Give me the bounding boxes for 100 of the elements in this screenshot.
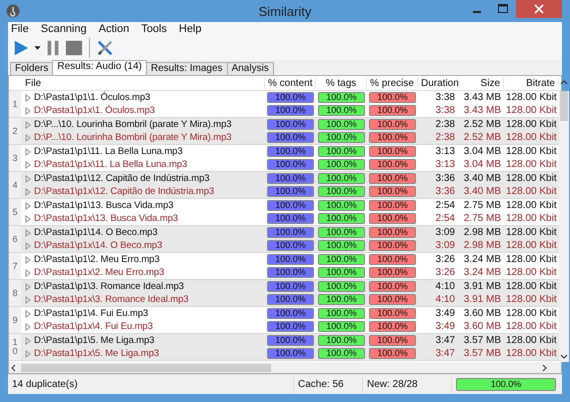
tab[interactable]: Results: Audio (14) — [52, 60, 147, 75]
match-bar: 100.0% — [369, 281, 416, 292]
match-bar: 100.0% — [267, 132, 314, 143]
tab[interactable]: Analysis — [226, 62, 274, 75]
match-bar: 100.0% — [318, 105, 365, 116]
column-header[interactable]: Bitrate — [504, 78, 559, 88]
table-cell-text: 3.57 MB — [462, 335, 502, 346]
status-text: 14 duplicate(s) — [8, 376, 294, 393]
match-bar: 100.0% — [369, 159, 416, 170]
match-bar: 100.0% — [318, 92, 365, 103]
menu-item[interactable]: File — [11, 23, 29, 35]
match-bar: 100.0% — [267, 105, 314, 116]
table-cell-text: 128.00 Kbit — [505, 186, 558, 197]
table-cell-text: 128.00 Kbit — [505, 105, 558, 116]
table-cell: D:\Pasta1\p1\4. Fui Eu.mp3 — [34, 308, 148, 319]
table-cell: D:\Pasta1\p1\13. Busca Vida.mp3 — [34, 200, 174, 211]
match-bar: 100.0% — [369, 227, 416, 238]
match-bar: 100.0% — [267, 267, 314, 278]
status-text: New: 28/28 — [363, 376, 452, 393]
table-cell-text: 128.00 Kbit — [505, 294, 558, 305]
table-cell: D:\P...\10. Lourinha Bombril (parate Y Mira).mp3 — [34, 132, 232, 143]
menu-item[interactable]: Action — [98, 23, 130, 35]
status-text: Cache: 56 — [294, 376, 363, 393]
close-icon[interactable] — [516, 0, 562, 18]
table-cell-text: 2.75 MB — [462, 200, 502, 211]
column-header[interactable]: File — [21, 78, 265, 88]
group-number: 7 — [12, 262, 18, 270]
tab[interactable]: Results: Images — [146, 62, 228, 75]
match-bar: 100.0% — [267, 240, 314, 251]
column-header[interactable]: % precise — [367, 78, 418, 88]
table-cell-text: 2.98 MB — [462, 240, 502, 251]
table-cell-text: 128.00 Kbit — [505, 159, 558, 170]
match-bar: 100.0% — [267, 308, 314, 319]
table-cell-text: 3:26 — [434, 267, 456, 278]
tab[interactable]: Folders — [10, 62, 54, 75]
table-cell-text: 128.00 Kbit — [505, 173, 558, 184]
play-icon[interactable] — [12, 39, 30, 57]
match-bar: 100.0% — [369, 132, 416, 143]
table-cell-text: 2.75 MB — [462, 213, 502, 224]
table-cell: D:\Pasta1\p1x\1. Óculos.mp3 — [34, 105, 155, 116]
table-cell: D:\Pasta1\p1x\11. La Bella Luna.mp3 — [34, 159, 188, 170]
match-bar: 100.0% — [369, 173, 416, 184]
group-number: 10 — [12, 338, 18, 356]
table-cell-text: 3:49 — [434, 308, 456, 319]
match-bar: 100.0% — [318, 281, 365, 292]
match-bar: 100.0% — [369, 186, 416, 197]
match-bar: 100.0% — [267, 348, 314, 359]
match-bar: 100.0% — [318, 119, 365, 130]
match-bar: 100.0% — [267, 335, 314, 346]
table-cell-text: 3.04 MB — [462, 159, 502, 170]
table-cell-text: 3:38 — [434, 92, 456, 103]
match-bar: 100.0% — [318, 348, 365, 359]
app-icon — [6, 4, 20, 18]
table-cell-text: 2.98 MB — [462, 227, 502, 238]
table-cell-text: 128.00 Kbit — [505, 200, 558, 211]
match-bar: 100.0% — [369, 294, 416, 305]
table-cell-text: 128.00 Kbit — [505, 146, 558, 157]
match-bar: 100.0% — [369, 348, 416, 359]
scroll-thumb[interactable] — [560, 91, 568, 121]
match-bar: 100.0% — [369, 213, 416, 224]
match-bar: 100.0% — [318, 173, 365, 184]
table-cell-text: 128.00 Kbit — [505, 119, 558, 130]
match-bar: 100.0% — [267, 200, 314, 211]
table-cell: D:\Pasta1\p1x\12. Capitão de Indústria.mp3 — [34, 186, 214, 197]
column-header[interactable]: % tags — [316, 78, 367, 88]
table-cell-text: 3.40 MB — [462, 186, 502, 197]
column-header[interactable]: % content — [265, 78, 316, 88]
table-cell-text: 3.43 MB — [462, 92, 502, 103]
match-bar: 100.0% — [318, 254, 365, 265]
table-cell-text: 3:36 — [434, 186, 456, 197]
table-cell: D:\Pasta1\p1\12. Capitão de Indústria.mp3 — [34, 173, 210, 184]
menu-item[interactable]: Scanning — [40, 23, 87, 35]
tools-icon[interactable] — [96, 39, 114, 57]
table-cell-text: 3.91 MB — [462, 281, 502, 292]
table-cell: D:\Pasta1\p1\2. Meu Erro.mp3 — [34, 254, 160, 265]
table-cell-text: 3.43 MB — [462, 105, 502, 116]
match-bar: 100.0% — [369, 92, 416, 103]
stop-icon[interactable] — [65, 39, 83, 57]
group-number: 8 — [12, 288, 18, 298]
scroll-thumb[interactable] — [21, 364, 271, 372]
match-bar: 100.0% — [318, 132, 365, 143]
table-cell-text: 3:49 — [434, 321, 456, 332]
table-cell-text: 2.52 MB — [462, 132, 502, 143]
group-number: 3 — [12, 154, 18, 162]
table-cell-text: 2:38 — [434, 119, 456, 130]
group-number: 5 — [12, 208, 18, 216]
menu-item[interactable]: Help — [178, 23, 202, 35]
column-header[interactable]: Size — [458, 78, 504, 88]
table-cell-text: 2.52 MB — [462, 119, 502, 130]
table-cell: D:\Pasta1\p1\3. Romance Ideal.mp3 — [34, 281, 184, 292]
menu-item[interactable]: Tools — [141, 23, 167, 35]
table-cell-text: 3.57 MB — [462, 348, 502, 359]
match-bar: 100.0% — [267, 281, 314, 292]
match-bar: 100.0% — [267, 213, 314, 224]
group-number: 9 — [12, 316, 18, 324]
match-bar: 100.0% — [369, 240, 416, 251]
column-header[interactable]: Duration — [418, 78, 458, 88]
match-bar: 100.0% — [267, 146, 314, 157]
match-bar: 100.0% — [318, 335, 365, 346]
match-bar: 100.0% — [318, 227, 365, 238]
